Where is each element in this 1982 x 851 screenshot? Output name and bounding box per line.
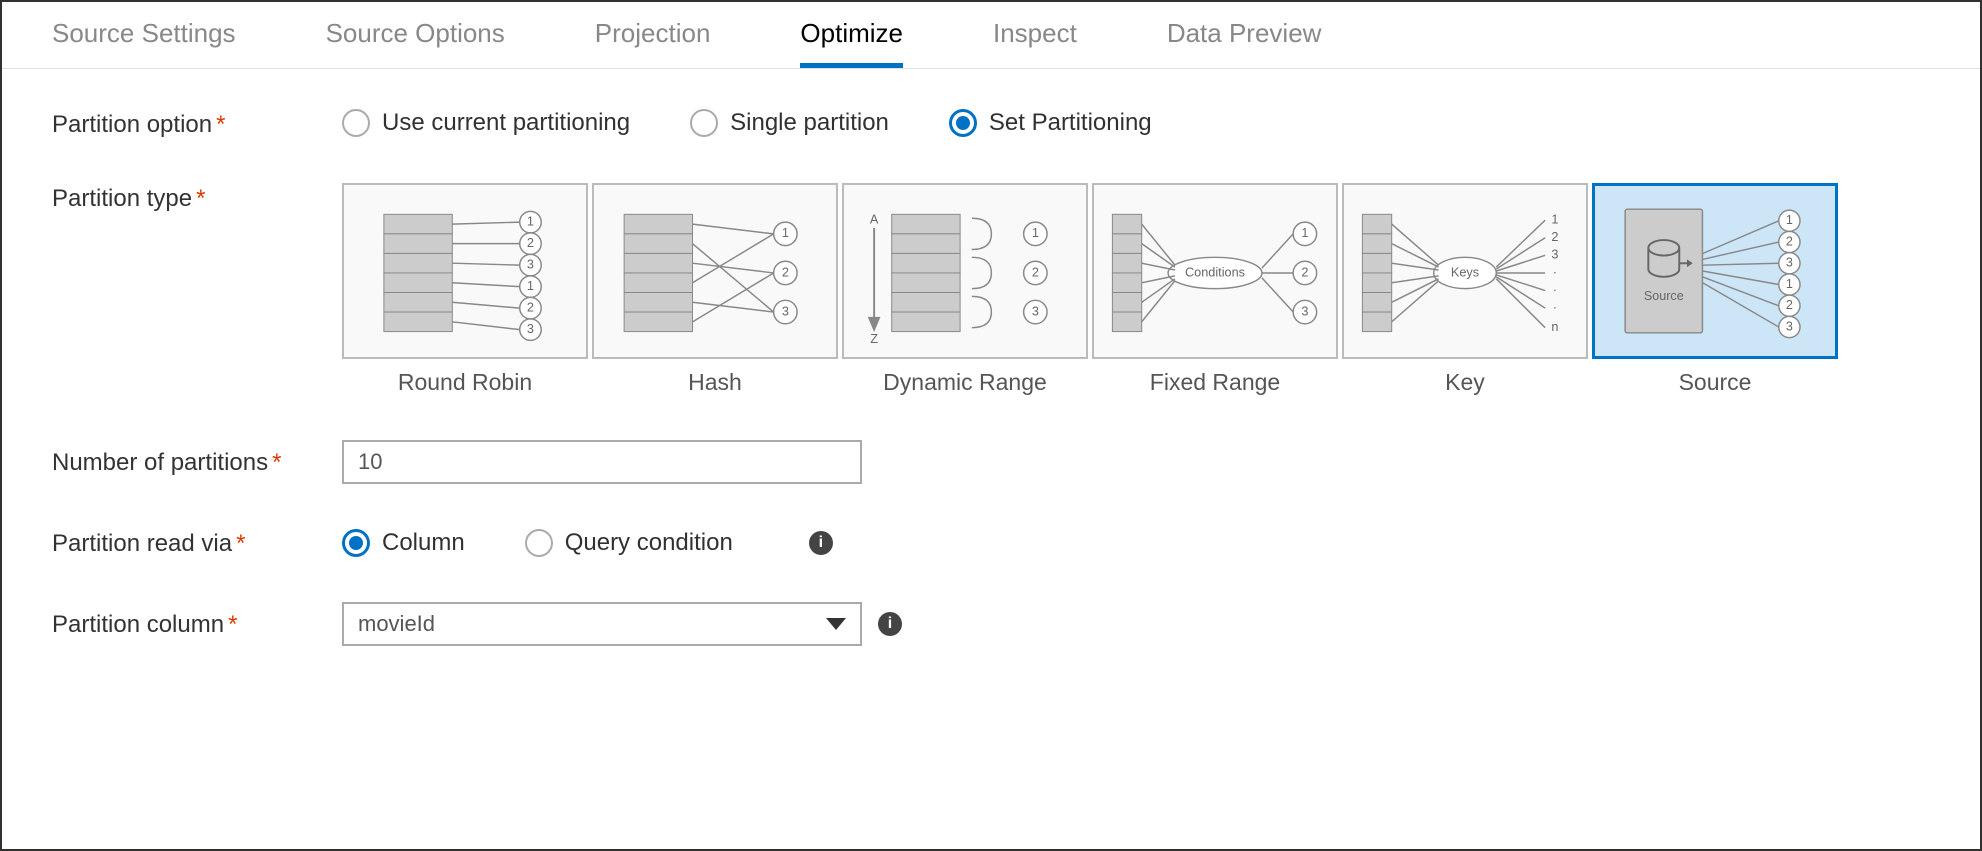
partition-type-label: Partition type* — [52, 183, 342, 213]
svg-text:3: 3 — [1786, 256, 1793, 270]
svg-text:3: 3 — [1301, 304, 1308, 318]
svg-text:n: n — [1551, 320, 1558, 334]
svg-text:1: 1 — [1786, 213, 1793, 227]
card-label: Fixed Range — [1150, 369, 1280, 396]
svg-text:1: 1 — [1301, 226, 1308, 240]
svg-text:2: 2 — [782, 265, 789, 279]
svg-text:·: · — [1553, 300, 1557, 314]
card-source[interactable]: Source 1 2 3 1 2 3 — [1592, 183, 1838, 359]
svg-text:3: 3 — [1551, 248, 1558, 262]
svg-text:1: 1 — [527, 214, 534, 228]
partition-read-via-label: Partition read via* — [52, 528, 342, 558]
card-dynamic-range[interactable]: A Z 1 2 3 — [842, 183, 1088, 359]
svg-text:Keys: Keys — [1451, 265, 1479, 279]
info-icon[interactable]: i — [878, 612, 902, 636]
svg-text:·: · — [1553, 283, 1557, 297]
svg-text:Source: Source — [1644, 289, 1684, 303]
chevron-down-icon — [826, 618, 846, 630]
svg-text:Conditions: Conditions — [1185, 265, 1245, 279]
optimize-panel: Partition option* Use current partitioni… — [2, 69, 1980, 730]
card-round-robin[interactable]: 1 2 3 1 2 3 — [342, 183, 588, 359]
tab-inspect[interactable]: Inspect — [993, 18, 1077, 68]
tab-bar: Source Settings Source Options Projectio… — [2, 2, 1980, 69]
card-hash[interactable]: 1 2 3 — [592, 183, 838, 359]
radio-icon — [690, 109, 718, 137]
svg-text:A: A — [870, 213, 879, 227]
svg-text:3: 3 — [782, 304, 789, 318]
svg-text:·: · — [1553, 265, 1557, 279]
svg-text:2: 2 — [527, 300, 534, 314]
card-label: Key — [1445, 369, 1485, 396]
svg-text:2: 2 — [1786, 234, 1793, 248]
card-fixed-range[interactable]: Conditions 1 2 3 — [1092, 183, 1338, 359]
svg-text:3: 3 — [527, 322, 534, 336]
partition-option-group: Use current partitioning Single partitio… — [342, 109, 1152, 137]
svg-text:3: 3 — [527, 257, 534, 271]
svg-text:1: 1 — [1551, 213, 1558, 227]
svg-text:Z: Z — [870, 332, 878, 346]
tab-optimize[interactable]: Optimize — [800, 18, 903, 68]
radio-icon — [525, 529, 553, 557]
partition-column-label: Partition column* — [52, 609, 342, 639]
tab-data-preview[interactable]: Data Preview — [1167, 18, 1322, 68]
number-of-partitions-input[interactable] — [342, 440, 862, 484]
card-label: Hash — [688, 369, 742, 396]
radio-icon — [949, 109, 977, 137]
card-label: Round Robin — [398, 369, 532, 396]
tab-source-options[interactable]: Source Options — [326, 18, 505, 68]
svg-text:2: 2 — [527, 236, 534, 250]
radio-column[interactable]: Column — [342, 529, 465, 557]
svg-text:1: 1 — [1786, 277, 1793, 291]
svg-text:1: 1 — [1032, 226, 1039, 240]
radio-use-current-partitioning[interactable]: Use current partitioning — [342, 109, 630, 137]
card-label: Source — [1679, 369, 1752, 396]
radio-single-partition[interactable]: Single partition — [690, 109, 889, 137]
card-key[interactable]: Keys 1 2 3 · · · n — [1342, 183, 1588, 359]
tab-projection[interactable]: Projection — [595, 18, 711, 68]
radio-set-partitioning[interactable]: Set Partitioning — [949, 109, 1152, 137]
info-icon[interactable]: i — [809, 531, 833, 555]
partition-type-cards: 1 2 3 1 2 3 Round Robin — [342, 183, 1842, 396]
radio-icon — [342, 529, 370, 557]
svg-text:2: 2 — [1032, 265, 1039, 279]
svg-text:1: 1 — [782, 226, 789, 240]
partition-option-label: Partition option* — [52, 109, 342, 139]
radio-query-condition[interactable]: Query condition — [525, 529, 733, 557]
partition-read-via-group: Column Query condition i — [342, 529, 833, 557]
card-label: Dynamic Range — [883, 369, 1047, 396]
partition-column-select[interactable]: movieId — [342, 602, 862, 646]
number-of-partitions-label: Number of partitions* — [52, 447, 342, 477]
tab-source-settings[interactable]: Source Settings — [52, 18, 236, 68]
svg-text:2: 2 — [1301, 265, 1308, 279]
radio-icon — [342, 109, 370, 137]
svg-text:3: 3 — [1032, 304, 1039, 318]
svg-text:2: 2 — [1551, 230, 1558, 244]
svg-text:1: 1 — [527, 279, 534, 293]
svg-text:2: 2 — [1786, 298, 1793, 312]
svg-text:3: 3 — [1786, 319, 1793, 333]
